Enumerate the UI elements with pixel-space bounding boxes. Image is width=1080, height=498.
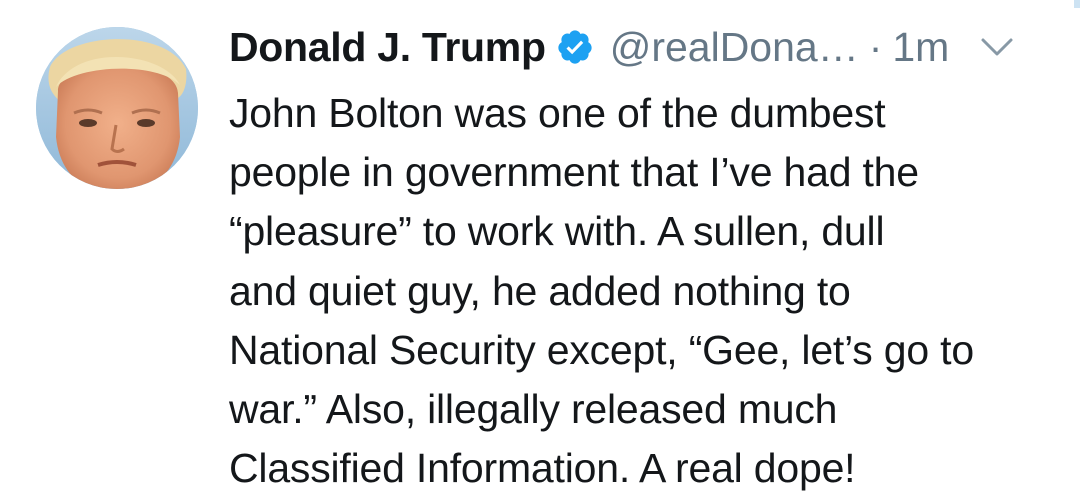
tweet-text: John Bolton was one of the dumbest peopl… <box>229 90 974 492</box>
author-handle[interactable]: @realDona… <box>610 24 859 71</box>
tweet-header: Donald J. Trump @realDona… · 1m <box>229 18 1049 76</box>
tweet[interactable]: Donald J. Trump @realDona… · 1m John Bol… <box>0 0 1080 495</box>
profile-avatar[interactable] <box>36 27 198 189</box>
chevron-down-icon[interactable] <box>979 35 1015 59</box>
verified-badge-icon <box>556 28 594 66</box>
edge-divider <box>1074 0 1080 8</box>
separator-dot: · <box>868 23 883 70</box>
profile-photo <box>36 27 198 189</box>
author-display-name[interactable]: Donald J. Trump <box>229 24 546 71</box>
tweet-timestamp[interactable]: 1m <box>892 24 949 71</box>
